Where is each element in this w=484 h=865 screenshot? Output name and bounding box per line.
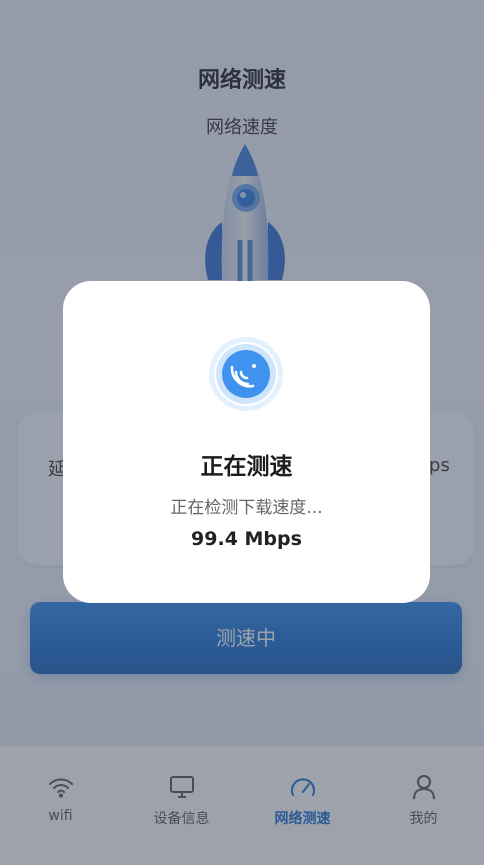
dialog-speed-value: 99.4 Mbps xyxy=(191,528,302,550)
dialog-title: 正在测速 xyxy=(200,454,293,480)
signal-icon xyxy=(209,337,283,411)
dialog-status: 正在检测下载速度... xyxy=(170,498,323,518)
speed-test-dialog: 正在测速 正在检测下载速度... 99.4 Mbps xyxy=(63,281,430,603)
